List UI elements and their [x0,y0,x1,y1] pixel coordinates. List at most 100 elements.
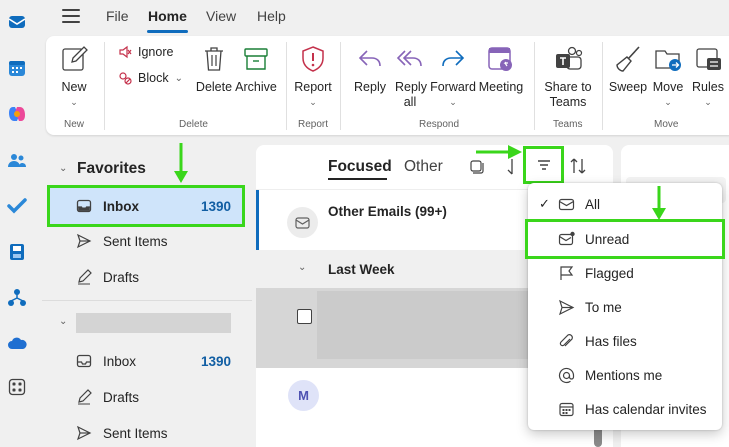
copilot-icon[interactable] [7,104,27,124]
tab-home[interactable]: Home [148,8,187,24]
inbox-icon [76,199,92,213]
annotation-arrow-right [476,145,522,159]
sidebar-item-inbox[interactable]: Inbox 1390 [47,185,245,227]
account-item-sent-items[interactable]: Sent Items [50,415,242,447]
group-label-report: Report [298,119,329,130]
tab-file[interactable]: File [106,8,129,24]
new-label: New [61,80,87,94]
drafts-icon [78,269,92,285]
meeting-reply-icon [488,47,512,71]
divider [286,42,287,130]
app-rail [0,0,34,447]
account-item-inbox[interactable]: Inbox 1390 [50,343,242,379]
attachment-icon [559,333,573,346]
chevron-down-icon: ⌄ [70,97,78,107]
trash-icon [205,47,223,71]
org-explorer-icon[interactable] [7,288,27,308]
more-apps-icon[interactable] [7,377,27,397]
unread-mail-icon [558,231,575,245]
block-icon [119,72,132,85]
divider [534,42,535,130]
group-label-move: Move [654,119,679,130]
chevron-down-icon: ⌄ [664,97,672,107]
row-checkbox[interactable] [297,309,312,324]
filter-option-to-me[interactable]: To me [528,290,722,324]
report-button[interactable]: Report ⌄ [292,36,334,107]
archive-icon [244,48,268,70]
tab-focused[interactable]: Focused [328,158,392,176]
files-icon[interactable] [7,242,27,262]
share-to-teams-button[interactable]: Share to Teams [540,36,596,110]
group-label-respond: Respond [419,119,460,130]
send-icon [76,425,92,441]
tab-view[interactable]: View [206,8,236,24]
favorites-collapse-icon[interactable]: ⌄ [59,163,67,174]
filter-option-label: To me [585,299,622,315]
move-button[interactable]: Move ⌄ [648,36,688,107]
hamburger-menu-icon[interactable] [62,9,80,25]
sweep-button[interactable]: Sweep [608,36,648,95]
tab-other[interactable]: Other [404,158,443,176]
unread-count: 1390 [200,353,231,369]
selected-indicator [256,190,259,250]
flag-icon [560,265,574,280]
filter-option-has-files[interactable]: Has files [528,324,722,358]
filter-option-unread[interactable]: Unread [525,219,725,259]
filter-option-label: Flagged [585,265,634,281]
divider [104,42,105,130]
onedrive-icon[interactable] [7,334,27,354]
sort-icon[interactable] [568,156,588,176]
tab-help[interactable]: Help [257,8,286,24]
filter-button[interactable] [523,146,564,184]
forward-button[interactable]: Forward ⌄ [430,36,476,107]
todo-icon[interactable] [7,196,27,216]
people-icon[interactable] [7,150,27,170]
ribbon: New ⌄ New Ignore Block ⌄ Delete Archive … [46,36,729,135]
folder-label: Drafts [103,269,140,285]
send-icon [559,299,575,315]
outlook-mail-icon[interactable] [7,12,27,32]
annotation-arrow-down [174,143,188,183]
ignore-label: Ignore [138,45,174,59]
group-label-teams: Teams [553,119,583,130]
new-button[interactable]: New ⌄ [54,36,94,107]
filter-option-flagged[interactable]: Flagged [528,256,722,290]
group-label-new: New [64,119,85,130]
sidebar-item-drafts[interactable]: Drafts [50,259,242,295]
filter-option-mentions-me[interactable]: Mentions me [528,358,722,392]
mention-icon [558,367,575,383]
favorites-title: Favorites [77,160,146,177]
reply-label: Reply [354,80,386,94]
reply-all-button[interactable]: Reply all [390,36,430,110]
sidebar-item-sent-items[interactable]: Sent Items [50,223,242,259]
delete-button[interactable]: Delete [192,36,236,95]
folder-move-icon [655,50,681,71]
filter-option-has-calendar-invites[interactable]: Has calendar invites [528,392,722,426]
reply-all-icon [396,50,422,67]
ignore-button[interactable]: Ignore [118,45,173,59]
calendar-icon[interactable] [7,58,27,78]
rules-icon [696,48,721,70]
account-item-drafts[interactable]: Drafts [50,379,242,415]
forward-label: Forward [430,80,476,94]
archive-button[interactable]: Archive [234,36,278,95]
archive-label: Archive [235,80,277,94]
filter-option-label: Unread [585,231,630,247]
drafts-icon [78,389,92,405]
inbox-icon [76,354,92,368]
filter-option-all[interactable]: ✓ All [528,187,722,221]
account-collapse-icon[interactable]: ⌄ [59,316,67,327]
meeting-button[interactable]: Meeting [476,36,526,95]
chevron-down-icon: ⌄ [309,97,317,107]
divider [42,300,252,301]
block-button[interactable]: Block ⌄ [118,71,183,85]
account-name-redacted [76,313,231,333]
reply-all-label: Reply all [395,80,427,109]
filter-option-label: Has files [585,333,637,349]
rules-button[interactable]: Rules ⌄ [688,36,728,107]
shield-alert-icon [302,46,324,72]
reply-button[interactable]: Reply [348,36,392,95]
teams-icon [556,46,583,70]
folder-label: Sent Items [103,425,168,441]
mail-stack-icon [287,207,318,238]
